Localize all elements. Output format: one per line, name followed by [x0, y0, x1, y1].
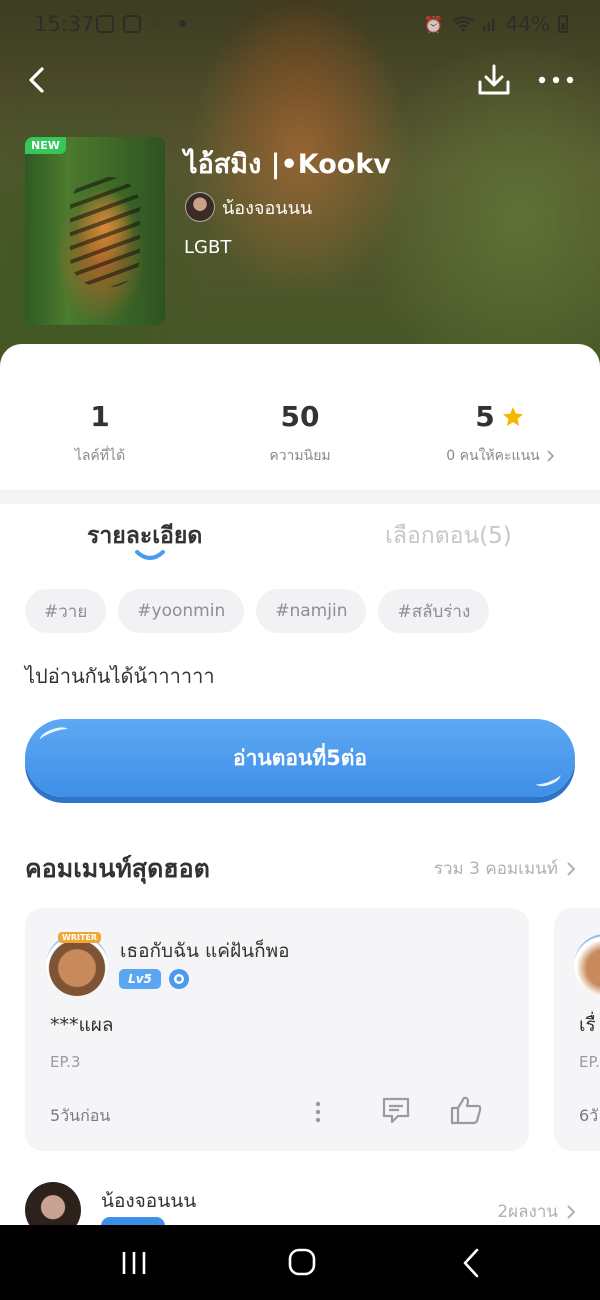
top-nav — [0, 58, 600, 102]
tab-episodes[interactable]: เลือกตอน(5) — [385, 518, 512, 554]
detail-tabs: รายละเอียด เลือกตอน(5) — [0, 512, 600, 572]
tag-chip[interactable]: #yoonmin — [118, 589, 245, 633]
tag-chip[interactable]: #namjin — [256, 589, 367, 633]
star-icon — [502, 406, 523, 426]
new-badge: NEW — [25, 137, 66, 154]
author-avatar — [185, 192, 215, 222]
alarm-icon: ⏰ — [423, 14, 444, 34]
tag-chip[interactable]: #สลับร่าง — [378, 589, 490, 633]
comment-text: เรื่ — [579, 1014, 596, 1036]
popularity-stat: 50 ความนิยม — [200, 400, 400, 467]
comment-episode: EP.3 — [50, 1053, 81, 1071]
story-cover[interactable]: NEW — [25, 137, 165, 325]
instagram-icon — [123, 14, 141, 33]
popularity-label: ความนิยม — [269, 448, 331, 464]
chevron-right-icon — [567, 861, 575, 876]
reply-icon[interactable] — [380, 1094, 412, 1126]
commenter-avatar[interactable] — [46, 934, 108, 996]
all-comments-link[interactable]: รวม 3 คอมเมนท์ — [434, 855, 575, 882]
chevron-right-icon — [547, 450, 554, 462]
back-arrow-icon[interactable] — [20, 62, 56, 98]
gallery-icon — [96, 14, 114, 33]
app-notification-icon: ♢ — [150, 14, 165, 33]
rating-stat[interactable]: 5 0 คนให้คะแนน — [400, 400, 600, 467]
rating-value-row: 5 — [400, 400, 600, 433]
story-genre: LGBT — [184, 237, 232, 258]
works-count: 2ผลงาน — [497, 1202, 558, 1222]
status-right: ⏰ 44% — [424, 12, 568, 36]
system-navigation-bar — [0, 1225, 600, 1300]
signal-icon — [482, 19, 495, 31]
status-time: 15:37 — [34, 12, 95, 36]
tag-list: #วาย #yoonmin #namjin #สลับร่าง — [25, 589, 490, 633]
level-badge: Lv5 — [119, 969, 161, 989]
comment-text: ***แผล — [50, 1014, 114, 1036]
status-bar: 15:37 ♢ ⏰ 44% — [0, 0, 600, 50]
commenter-avatar[interactable] — [574, 934, 600, 996]
chevron-right-icon — [567, 1204, 575, 1219]
rating-label-row: 0 คนให้คะแนน — [400, 445, 600, 467]
system-back-icon[interactable] — [458, 1247, 484, 1279]
battery-icon — [558, 15, 568, 33]
comments-title: คอมเมนท์สุดฮอต — [25, 854, 210, 883]
rating-count-label: 0 คนให้คะแนน — [446, 448, 540, 464]
likes-stat: 1 ไลค์ที่ได้ — [0, 400, 200, 467]
comment-episode: EP. — [579, 1053, 600, 1071]
medal-icon — [169, 969, 189, 989]
story-detail-sheet: 1 ไลค์ที่ได้ 50 ความนิยม 5 0 คนให้คะแนน … — [0, 344, 600, 1225]
commenter-name[interactable]: เธอกับฉัน แค่ฝันก็พอ — [120, 936, 290, 966]
story-title: ไอ้สมิง |•Kookv — [184, 149, 391, 180]
comment-time: 6วั — [579, 1106, 599, 1125]
section-divider — [0, 490, 600, 504]
author-name: น้องจอนนน — [101, 1190, 197, 1212]
comment-more-icon[interactable] — [308, 1098, 328, 1126]
recent-apps-icon[interactable] — [118, 1249, 150, 1277]
button-shine — [533, 768, 563, 790]
author-name: น้องจอนนน — [222, 197, 313, 219]
author-section[interactable]: น้องจอนนน 2ผลงาน — [25, 1182, 575, 1225]
battery-percent: 44% — [505, 12, 550, 36]
comment-card[interactable]: เรื่ EP. 6วั — [554, 908, 600, 1151]
writer-badge: WRITER — [58, 932, 102, 943]
active-tab-indicator — [135, 550, 165, 560]
author-badge — [101, 1217, 165, 1225]
wifi-icon — [451, 16, 474, 32]
author-link[interactable]: น้องจอนนน — [185, 192, 312, 222]
more-notifications-icon — [179, 20, 187, 27]
continue-reading-label: อ่านตอนที่5ต่อ — [232, 745, 368, 770]
home-icon[interactable] — [287, 1247, 317, 1277]
comments-header: คอมเมนท์สุดฮอต รวม 3 คอมเมนท์ — [25, 849, 575, 889]
more-options-icon[interactable] — [534, 62, 578, 98]
popularity-value: 50 — [280, 400, 320, 433]
button-shine — [37, 724, 71, 746]
stats-row: 1 ไลค์ที่ได้ 50 ความนิยม 5 0 คนให้คะแนน — [0, 344, 600, 490]
cover-art — [70, 177, 140, 287]
notification-icons: ♢ — [96, 14, 187, 33]
comment-time: 5วันก่อน — [50, 1106, 111, 1125]
likes-label: ไลค์ที่ได้ — [74, 448, 126, 464]
continue-reading-button[interactable]: อ่านตอนที่5ต่อ — [25, 719, 575, 797]
story-description: ไปอ่านกันได้น้าาาาาา — [25, 664, 215, 688]
download-icon[interactable] — [474, 60, 514, 100]
author-works-link[interactable]: 2ผลงาน — [497, 1198, 575, 1225]
tag-chip[interactable]: #วาย — [25, 589, 107, 633]
author-avatar — [25, 1182, 81, 1225]
comments-total-label: รวม 3 คอมเมนท์ — [433, 859, 558, 879]
likes-value: 1 — [90, 400, 110, 433]
rating-value: 5 — [475, 400, 495, 433]
like-icon[interactable] — [449, 1094, 483, 1126]
comment-card[interactable]: WRITER เธอกับฉัน แค่ฝันก็พอ Lv5 ***แผล E… — [25, 908, 529, 1151]
